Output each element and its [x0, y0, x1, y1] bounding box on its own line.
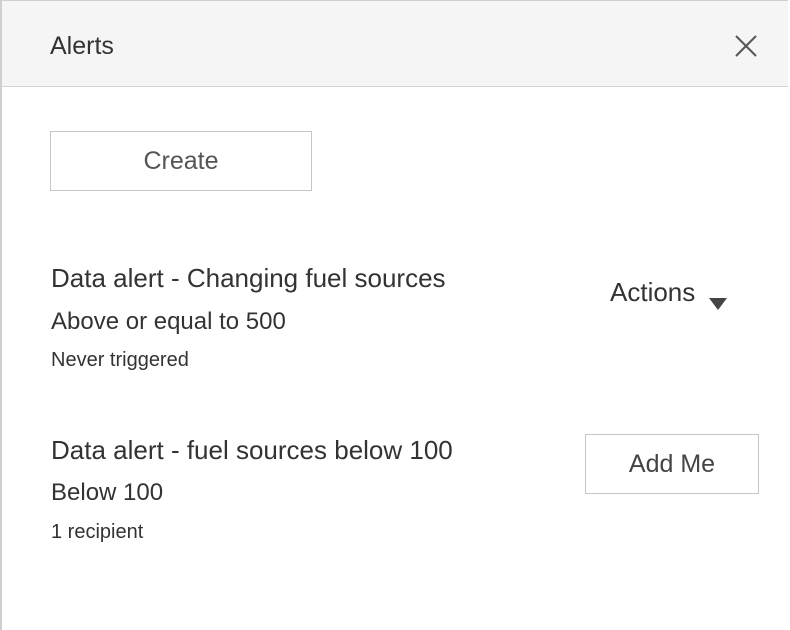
caret-down-icon	[709, 286, 728, 310]
actions-label: Actions	[610, 276, 696, 307]
alert-condition: Above or equal to 500	[51, 308, 286, 335]
actions-dropdown-button[interactable]: Actions	[610, 273, 728, 311]
alerts-panel: Alerts Create Data alert - Changing fuel…	[0, 0, 788, 630]
alert-status: Never triggered	[51, 349, 189, 371]
panel-header: Alerts	[2, 1, 788, 87]
alert-title: Data alert - Changing fuel sources	[51, 263, 446, 293]
alert-title: Data alert - fuel sources below 100	[51, 435, 453, 465]
add-me-button[interactable]: Add Me	[585, 434, 759, 494]
alert-condition: Below 100	[51, 479, 164, 506]
panel-title: Alerts	[50, 32, 114, 60]
alert-recipients: 1 recipient	[51, 521, 144, 543]
create-button[interactable]: Create	[50, 131, 312, 191]
close-icon[interactable]	[730, 30, 762, 62]
